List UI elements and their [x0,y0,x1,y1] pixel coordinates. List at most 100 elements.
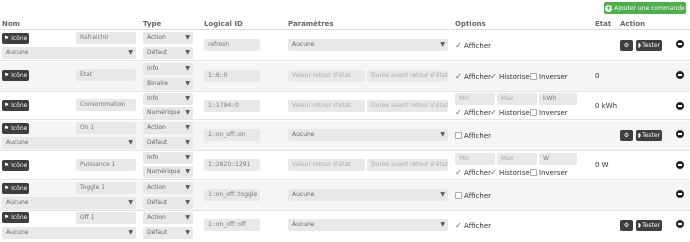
param-select[interactable]: Aucune ▼ [288,39,448,51]
subtype-select[interactable]: Numérique ▼ [143,166,193,178]
historiser-option[interactable]: ✓ Historiser [490,71,532,82]
return-delay-input[interactable]: Durée avant retour d'état (m [367,159,448,171]
unit-input[interactable]: W [539,153,577,165]
checkmark-icon: ✓ [455,168,462,177]
subtype-select[interactable]: Défaut ▼ [143,197,193,209]
flag-icon: ⚑ [3,162,10,169]
afficher-option[interactable]: Afficher [455,190,491,201]
subtype-select[interactable]: Numérique ▼ [143,107,193,119]
icon-button[interactable]: ⚑ Icône [2,183,29,194]
return-value-input[interactable]: Valeur retour d'état [288,100,365,112]
historiser-option[interactable]: ✓ Historiser [490,107,532,118]
icon-button[interactable]: ⚑ Icône [2,70,29,81]
type-select[interactable]: Action ▼ [143,122,193,134]
generic-type-select[interactable]: Aucune ▼ [2,47,136,59]
afficher-option[interactable]: ✓ Afficher [455,220,491,231]
return-value-input[interactable]: Valeur retour d'état [288,70,365,82]
return-value-input[interactable]: Valeur retour d'état [288,159,365,171]
generic-type-select[interactable]: Aucune ▼ [2,137,136,149]
remove-icon[interactable] [676,40,684,48]
header-nom: Nom [2,20,20,28]
generic-type-select[interactable]: Aucune ▼ [2,227,136,239]
flag-icon: ⚑ [3,214,10,221]
table-header: Nom Type Logical ID Paramètres Options E… [0,19,690,30]
type-select[interactable]: Info ▼ [143,63,193,75]
icon-button[interactable]: ⚑ Icône [2,100,29,111]
return-delay-input[interactable]: Durée avant retour d'état (m [367,70,448,82]
checkbox-empty-icon [530,73,537,80]
state-value: 0 [595,72,600,80]
table-row: ⚑ Icône On 1 Aucune ▼ Action ▼ Défaut ▼ 1::o… [0,121,690,151]
configure-button[interactable]: ⚙ [620,220,633,231]
command-name-input[interactable]: Puissance 1 [76,159,136,171]
param-select[interactable]: Aucune ▼ [288,129,448,141]
gears-icon: ⚙ [623,42,630,49]
configure-button[interactable]: ⚙ [620,40,633,51]
generic-type-select[interactable]: Aucune ▼ [2,197,136,209]
subtype-select[interactable]: Défaut ▼ [143,227,193,239]
subtype-select[interactable]: Défaut ▼ [143,137,193,149]
min-input[interactable]: Min [455,153,495,165]
type-select[interactable]: Info ▼ [143,93,193,105]
min-input[interactable]: Min [455,93,495,105]
command-name-input[interactable]: Off 1 [76,212,136,224]
remove-icon[interactable] [676,161,684,169]
max-input[interactable]: Max [497,93,537,105]
remove-icon[interactable] [676,190,684,198]
logical-id-input[interactable]: 1::1794::0 [204,100,260,112]
afficher-option[interactable]: ✓ Afficher [455,107,491,118]
inverser-option[interactable]: Inverser [530,107,568,118]
type-select[interactable]: Action ▼ [143,182,193,194]
add-command-button[interactable]: + Ajouter une commande [604,2,686,14]
subtype-select[interactable]: Binaire ▼ [143,78,193,90]
afficher-option[interactable]: ✓ Afficher [455,167,491,178]
remove-icon[interactable] [676,71,684,79]
logical-id-input[interactable]: 1::2820::1291 [204,159,260,171]
command-name-input[interactable]: Toggle 1 [76,182,136,194]
command-name-input[interactable]: Rafraichir [76,32,136,44]
icon-button[interactable]: ⚑ Icône [2,123,29,134]
header-etat: Etat [595,20,612,28]
tester-button[interactable]: ◗ Tester [636,220,662,231]
logical-id-input[interactable]: 1::on_off::on [204,129,260,141]
icon-button[interactable]: ⚑ Icône [2,160,29,171]
table-row: ⚑ Icône Rafraichir Aucune ▼ Action ▼ Défaut… [0,31,690,61]
max-input[interactable]: Max [497,153,537,165]
command-name-input[interactable]: Etat [76,69,136,81]
param-select[interactable]: Aucune ▼ [288,219,448,231]
return-delay-input[interactable]: Durée avant retour d'état (m [367,100,448,112]
remove-icon[interactable] [676,102,684,110]
configure-button[interactable]: ⚙ [620,130,633,141]
logical-id-input[interactable]: 1::6::0 [204,70,260,82]
subtype-select[interactable]: Défaut ▼ [143,47,193,59]
checkmark-icon: ✓ [490,72,497,81]
logical-id-input[interactable]: 1::on_off::toggle [204,189,260,201]
icon-button[interactable]: ⚑ Icône [2,212,29,223]
toolbar: + Ajouter une commande [0,0,690,16]
remove-icon[interactable] [676,130,684,138]
type-select[interactable]: Info ▼ [143,152,193,164]
afficher-option[interactable]: ✓ Afficher [455,71,491,82]
param-select[interactable]: Aucune ▼ [288,189,448,201]
afficher-option[interactable]: Afficher [455,130,491,141]
command-name-input[interactable]: Consommation [76,99,136,111]
flag-icon: ⚑ [3,72,10,79]
header-action: Action [620,20,646,28]
rss-icon: ◗ [637,42,642,49]
type-select[interactable]: Action ▼ [143,32,193,44]
afficher-option[interactable]: ✓ Afficher [455,40,491,51]
inverser-option[interactable]: Inverser [530,167,568,178]
tester-button[interactable]: ◗ Tester [636,40,662,51]
logical-id-input[interactable]: refresh [204,39,260,51]
command-name-input[interactable]: On 1 [76,122,136,134]
checkmark-icon: ✓ [490,108,497,117]
inverser-option[interactable]: Inverser [530,71,568,82]
logical-id-input[interactable]: 1::on_off::off [204,219,260,231]
unit-input[interactable]: kWh [539,93,577,105]
gears-icon: ⚙ [623,132,630,139]
type-select[interactable]: Action ▼ [143,212,193,224]
icon-button[interactable]: ⚑ Icône [2,33,29,44]
remove-icon[interactable] [676,220,684,228]
historiser-option[interactable]: ✓ Historiser [490,167,532,178]
tester-button[interactable]: ◗ Tester [636,130,662,141]
